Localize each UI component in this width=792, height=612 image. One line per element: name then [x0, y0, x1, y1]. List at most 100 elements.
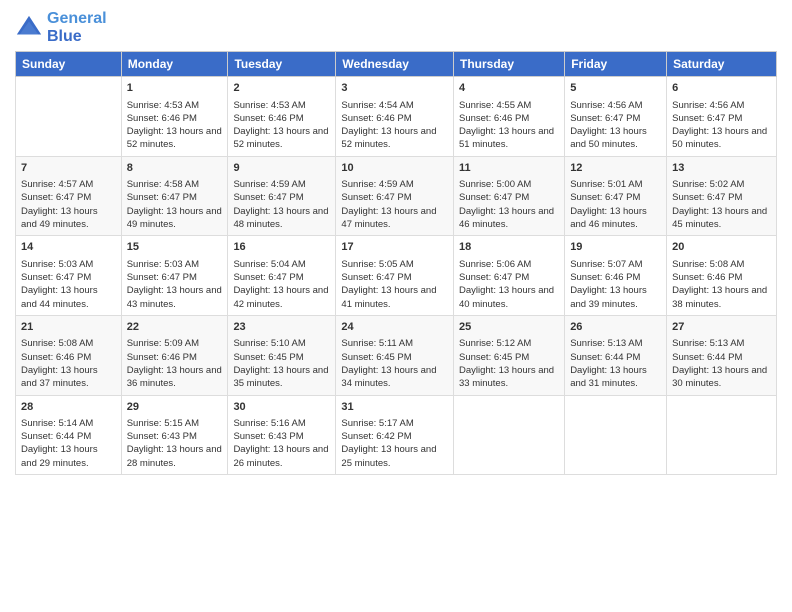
cell-info: Sunset: 6:46 PM [341, 112, 448, 125]
cell-info: Sunrise: 5:17 AM [341, 417, 448, 430]
cell-info: Sunset: 6:45 PM [341, 351, 448, 364]
main-container: General Blue Sunday Monday Tuesday Wedne… [0, 0, 792, 612]
day-number: 13 [672, 161, 771, 176]
cell-info: Sunset: 6:44 PM [570, 351, 661, 364]
table-row: 1Sunrise: 4:53 AMSunset: 6:46 PMDaylight… [16, 77, 777, 157]
day-number: 27 [672, 320, 771, 335]
cell-info: Sunrise: 5:16 AM [233, 417, 330, 430]
cell-info: Sunrise: 5:09 AM [127, 337, 223, 350]
cell-info: Sunrise: 5:11 AM [341, 337, 448, 350]
day-number: 28 [21, 400, 116, 415]
day-number: 1 [127, 81, 223, 96]
cell-info: Sunset: 6:47 PM [672, 191, 771, 204]
day-number: 23 [233, 320, 330, 335]
calendar-cell: 1Sunrise: 4:53 AMSunset: 6:46 PMDaylight… [121, 77, 228, 157]
calendar-cell [454, 395, 565, 475]
calendar-cell: 23 Sunrise: 5:10 AMSunset: 6:45 PMDayligh… [228, 315, 336, 395]
col-monday: Monday [121, 52, 228, 77]
calendar-cell: 2Sunrise: 4:53 AMSunset: 6:46 PMDaylight… [228, 77, 336, 157]
calendar-cell: 12Sunrise: 5:01 AMSunset: 6:47 PMDayligh… [565, 156, 667, 236]
cell-info: Sunset: 6:47 PM [459, 271, 559, 284]
cell-info: Sunset: 6:46 PM [127, 351, 223, 364]
day-number: 16 [233, 240, 330, 255]
cell-info: Sunset: 6:46 PM [127, 112, 223, 125]
calendar-cell: 13Sunrise: 5:02 AMSunset: 6:47 PMDayligh… [667, 156, 777, 236]
cell-info: Daylight: 13 hours and 46 minutes. [459, 205, 559, 232]
calendar-cell: 9Sunrise: 4:59 AMSunset: 6:47 PMDaylight… [228, 156, 336, 236]
cell-info: Daylight: 13 hours and 42 minutes. [233, 284, 330, 311]
cell-info: Sunrise: 4:58 AM [127, 178, 223, 191]
cell-info: Daylight: 13 hours and 37 minutes. [21, 364, 116, 391]
cell-info: Sunset: 6:44 PM [21, 430, 116, 443]
day-number: 29 [127, 400, 223, 415]
cell-info: Sunrise: 4:56 AM [570, 99, 661, 112]
cell-info: Sunrise: 4:59 AM [233, 178, 330, 191]
day-number: 4 [459, 81, 559, 96]
cell-info: Sunrise: 4:53 AM [233, 99, 330, 112]
day-number: 31 [341, 400, 448, 415]
calendar-cell: 7Sunrise: 4:57 AMSunset: 6:47 PMDaylight… [16, 156, 122, 236]
cell-info: Sunrise: 4:59 AM [341, 178, 448, 191]
col-saturday: Saturday [667, 52, 777, 77]
cell-info: Sunrise: 5:08 AM [672, 258, 771, 271]
calendar-cell: 6Sunrise: 4:56 AMSunset: 6:47 PMDaylight… [667, 77, 777, 157]
calendar-cell: 18Sunrise: 5:06 AMSunset: 6:47 PMDayligh… [454, 236, 565, 316]
cell-info: Daylight: 13 hours and 33 minutes. [459, 364, 559, 391]
cell-info: Sunset: 6:47 PM [127, 191, 223, 204]
day-number: 24 [341, 320, 448, 335]
calendar-cell: 15Sunrise: 5:03 AMSunset: 6:47 PMDayligh… [121, 236, 228, 316]
calendar-cell: 20Sunrise: 5:08 AMSunset: 6:46 PMDayligh… [667, 236, 777, 316]
cell-info: Sunrise: 5:12 AM [459, 337, 559, 350]
cell-info: Sunrise: 5:03 AM [127, 258, 223, 271]
cell-info: Daylight: 13 hours and 38 minutes. [672, 284, 771, 311]
cell-info: Sunset: 6:46 PM [21, 351, 116, 364]
cell-info: Sunset: 6:47 PM [127, 271, 223, 284]
cell-info: Sunrise: 5:13 AM [672, 337, 771, 350]
cell-info: Daylight: 13 hours and 40 minutes. [459, 284, 559, 311]
calendar-cell: 8Sunrise: 4:58 AMSunset: 6:47 PMDaylight… [121, 156, 228, 236]
cell-info: Daylight: 13 hours and 35 minutes. [233, 364, 330, 391]
calendar-cell: 17Sunrise: 5:05 AMSunset: 6:47 PMDayligh… [336, 236, 454, 316]
day-number: 22 [127, 320, 223, 335]
calendar-cell [667, 395, 777, 475]
cell-info: Sunrise: 5:00 AM [459, 178, 559, 191]
cell-info: Sunrise: 5:10 AM [233, 337, 330, 350]
cell-info: Daylight: 13 hours and 45 minutes. [672, 205, 771, 232]
cell-info: Sunrise: 5:04 AM [233, 258, 330, 271]
cell-info: Sunrise: 5:05 AM [341, 258, 448, 271]
calendar-cell: 30Sunrise: 5:16 AMSunset: 6:43 PMDayligh… [228, 395, 336, 475]
day-number: 20 [672, 240, 771, 255]
cell-info: Sunrise: 5:14 AM [21, 417, 116, 430]
day-number: 7 [21, 161, 116, 176]
calendar-cell: 21Sunrise: 5:08 AMSunset: 6:46 PMDayligh… [16, 315, 122, 395]
cell-info: Sunset: 6:44 PM [672, 351, 771, 364]
cell-info: Daylight: 13 hours and 51 minutes. [459, 125, 559, 152]
calendar-cell: 14Sunrise: 5:03 AMSunset: 6:47 PMDayligh… [16, 236, 122, 316]
cell-info: Daylight: 13 hours and 50 minutes. [570, 125, 661, 152]
calendar-cell: 27Sunrise: 5:13 AMSunset: 6:44 PMDayligh… [667, 315, 777, 395]
cell-info: Daylight: 13 hours and 49 minutes. [127, 205, 223, 232]
calendar-cell: 3Sunrise: 4:54 AMSunset: 6:46 PMDaylight… [336, 77, 454, 157]
cell-info: Daylight: 13 hours and 49 minutes. [21, 205, 116, 232]
day-number: 19 [570, 240, 661, 255]
cell-info: Daylight: 13 hours and 31 minutes. [570, 364, 661, 391]
calendar-cell [16, 77, 122, 157]
calendar-table: Sunday Monday Tuesday Wednesday Thursday… [15, 51, 777, 475]
day-number: 6 [672, 81, 771, 96]
cell-info: Daylight: 13 hours and 28 minutes. [127, 443, 223, 470]
col-wednesday: Wednesday [336, 52, 454, 77]
logo-general: General [47, 10, 107, 27]
day-number: 15 [127, 240, 223, 255]
table-row: 7Sunrise: 4:57 AMSunset: 6:47 PMDaylight… [16, 156, 777, 236]
day-number: 21 [21, 320, 116, 335]
calendar-cell [565, 395, 667, 475]
calendar-cell: 31Sunrise: 5:17 AMSunset: 6:42 PMDayligh… [336, 395, 454, 475]
cell-info: Sunset: 6:47 PM [459, 191, 559, 204]
cell-info: Sunset: 6:46 PM [459, 112, 559, 125]
cell-info: Sunset: 6:45 PM [233, 351, 330, 364]
cell-info: Sunset: 6:45 PM [459, 351, 559, 364]
cell-info: Sunset: 6:43 PM [127, 430, 223, 443]
cell-info: Sunrise: 4:57 AM [21, 178, 116, 191]
day-number: 17 [341, 240, 448, 255]
day-number: 25 [459, 320, 559, 335]
